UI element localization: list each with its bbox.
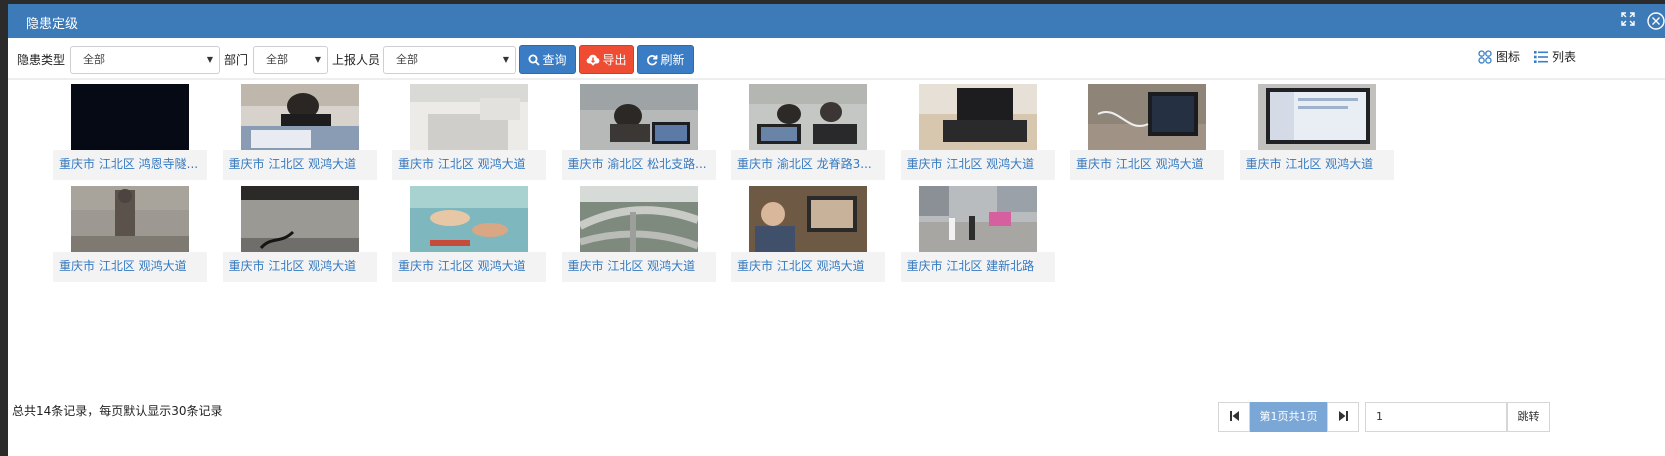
window-title: 隐患定级 [26,17,79,32]
thumbnail-image[interactable] [918,186,1037,252]
thumbnail-card[interactable]: 重庆市 江北区 观鸿大道 [1239,84,1394,180]
last-page-button[interactable] [1327,402,1359,432]
type-select[interactable]: 全部 ▼ [70,46,220,74]
thumbnail-caption[interactable]: 重庆市 江北区 建新北路 [900,252,1055,282]
dept-select-value: 全部 [266,53,288,66]
dept-label: 部门 [224,53,249,67]
type-select-value: 全部 [83,53,105,66]
thumbnail-card[interactable]: 重庆市 江北区 建新北路 [900,186,1055,282]
list-view-label: 列表 [1552,50,1577,64]
thumbnail-card[interactable]: 重庆市 江北区 观鸿大道 [392,84,546,180]
thumbnail-image[interactable] [240,186,359,252]
thumbnail-caption[interactable]: 重庆市 江北区 观鸿大道 [1070,150,1224,180]
query-button-label: 查询 [542,53,567,67]
thumbnail-caption[interactable]: 重庆市 江北区 观鸿大道 [392,150,546,180]
thumbnail-image[interactable] [1088,84,1206,150]
type-label: 隐患类型 [17,53,66,67]
jump-button[interactable]: 跳转 [1507,402,1550,432]
dialog-window: 隐患定级 隐患类型 全部 ▼ 部门 全部 ▼ 上报人员 全部 ▼ 查询 导出 刷… [8,4,1665,456]
thumbnail-image[interactable] [579,84,698,150]
icon-view-label: 图标 [1496,50,1521,64]
filter-toolbar: 隐患类型 全部 ▼ 部门 全部 ▼ 上报人员 全部 ▼ 查询 导出 刷新 图标 … [8,42,1665,80]
thumbnail-image[interactable] [71,186,189,252]
thumbnail-image[interactable] [579,186,698,252]
first-page-icon [1229,411,1239,421]
thumbnail-caption[interactable]: 重庆市 江北区 观鸿大道 [561,252,716,282]
thumbnail-image[interactable] [749,186,867,252]
thumbnail-card[interactable]: 重庆市 江北区 观鸿大道 [561,186,716,282]
titlebar: 隐患定级 [8,4,1665,38]
page-number-input[interactable]: 1 [1365,402,1507,432]
thumbnail-card[interactable]: 重庆市 江北区 鸿恩寺隧... [53,84,207,180]
refresh-icon [647,55,658,66]
thumbnail-caption[interactable]: 重庆市 江北区 观鸿大道 [392,252,546,282]
chevron-down-icon: ▼ [206,55,213,64]
thumbnail-card[interactable]: 重庆市 江北区 观鸿大道 [731,186,885,282]
reporter-select[interactable]: 全部 ▼ [383,46,516,74]
icon-view-toggle[interactable]: 图标 [1478,48,1520,65]
thumbnail-caption[interactable]: 重庆市 江北区 观鸿大道 [1239,150,1394,180]
thumbnail-caption[interactable]: 重庆市 江北区 观鸿大道 [222,150,377,180]
thumbnail-card[interactable]: 重庆市 江北区 观鸿大道 [392,186,546,282]
current-page-indicator: 第1页共1页 [1250,402,1327,432]
thumbnail-caption[interactable]: 重庆市 渝北区 龙脊路3... [731,150,885,180]
thumbnail-card[interactable]: 重庆市 渝北区 龙脊路3... [731,84,885,180]
thumbnail-image[interactable] [1257,84,1376,150]
thumbnail-image[interactable] [410,186,528,252]
thumbnail-card[interactable]: 重庆市 渝北区 松北支路... [561,84,716,180]
thumbnail-caption[interactable]: 重庆市 江北区 观鸿大道 [731,252,885,282]
query-button[interactable]: 查询 [519,45,576,74]
reporter-label: 上报人员 [332,53,381,67]
export-button[interactable]: 导出 [579,45,634,74]
refresh-button-label: 刷新 [660,53,685,67]
thumbnail-card[interactable]: 重庆市 江北区 观鸿大道 [900,84,1055,180]
thumbnail-image[interactable] [410,84,528,150]
thumbnail-image[interactable] [918,84,1037,150]
last-page-icon [1338,411,1348,421]
thumbnail-card[interactable]: 重庆市 江北区 观鸿大道 [1070,84,1224,180]
thumbnail-card[interactable]: 重庆市 江北区 观鸿大道 [53,186,207,282]
thumbnail-image[interactable] [240,84,359,150]
thumbnail-card[interactable]: 重庆市 江北区 观鸿大道 [222,84,377,180]
close-icon[interactable] [1647,12,1665,30]
export-button-label: 导出 [602,53,627,67]
chevron-down-icon: ▼ [502,55,509,64]
thumbnail-caption[interactable]: 重庆市 江北区 观鸿大道 [53,252,207,282]
list-view-toggle[interactable]: 列表 [1534,48,1576,65]
reporter-select-value: 全部 [396,53,418,66]
dept-select[interactable]: 全部 ▼ [253,46,328,74]
thumbnail-caption[interactable]: 重庆市 江北区 观鸿大道 [222,252,377,282]
chevron-down-icon: ▼ [314,55,321,64]
expand-icon[interactable] [1619,12,1637,30]
search-icon [528,54,541,66]
list-icon [1534,51,1548,63]
refresh-button[interactable]: 刷新 [637,45,694,74]
thumbnail-card[interactable]: 重庆市 江北区 观鸿大道 [222,186,377,282]
thumbnail-image[interactable] [749,84,867,150]
thumbnail-caption[interactable]: 重庆市 江北区 鸿恩寺隧... [53,150,207,180]
thumbnail-caption[interactable]: 重庆市 渝北区 松北支路... [561,150,716,180]
cloud-download-icon [587,54,600,66]
thumbnail-image[interactable] [71,84,189,150]
grid-icon [1478,50,1492,64]
thumbnail-caption[interactable]: 重庆市 江北区 观鸿大道 [900,150,1055,180]
record-summary: 总共14条记录，每页默认显示30条记录 [12,404,223,418]
first-page-button[interactable] [1218,402,1250,432]
